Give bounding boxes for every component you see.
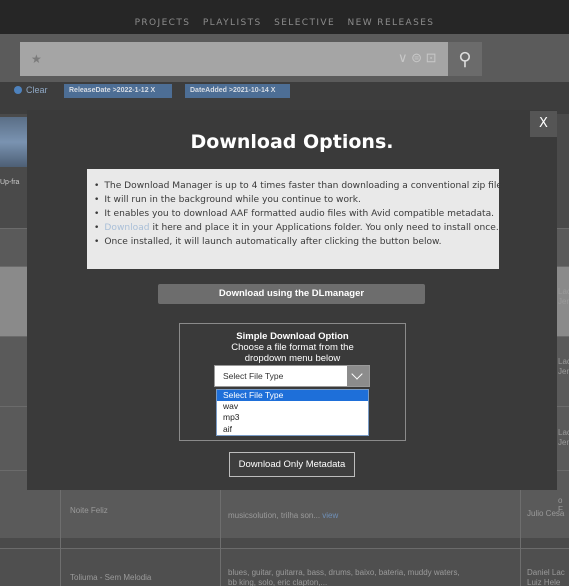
search-icon[interactable]: ⚲ xyxy=(448,42,482,76)
download-dlmanager-button[interactable]: Download using the DLmanager xyxy=(158,284,425,304)
search-options-icons[interactable]: ∨ ⊜ ⊡ xyxy=(398,50,437,66)
filter-chip-date-added[interactable]: DateAdded >2021-10-14 X xyxy=(185,84,290,98)
option-mp3[interactable]: mp3 xyxy=(217,412,368,423)
instruction-line: dropdown menu below xyxy=(244,353,341,364)
info-item: It will run in the background while you … xyxy=(94,193,499,207)
track-tags: bb king, solo, eric clapton,... xyxy=(228,578,328,586)
info-item-text: it here and place it in your Application… xyxy=(149,223,499,233)
simple-download-instructions: Choose a file format from the dropdown m… xyxy=(179,342,406,364)
option-wav[interactable]: wav xyxy=(217,401,368,412)
file-type-select-value: Select File Type xyxy=(223,371,284,381)
track-tags: blues, guitar, guitarra, bass, drums, ba… xyxy=(228,568,460,577)
side-label: Jen xyxy=(558,367,569,376)
track-title[interactable]: Noite Feliz xyxy=(70,506,108,515)
nav-selective[interactable]: SELECTIVE xyxy=(274,18,335,28)
info-item: Download it here and place it in your Ap… xyxy=(94,221,499,235)
side-label: Lac xyxy=(558,357,569,366)
modal-title: Download Options. xyxy=(190,131,394,153)
info-item: Once installed, it will launch automatic… xyxy=(94,235,499,249)
nav-playlists[interactable]: PLAYLISTS xyxy=(203,18,262,28)
nav-new-releases[interactable]: NEW RELEASES xyxy=(348,18,435,28)
track-artist: Daniel Lac xyxy=(527,568,565,577)
track-label-fragment: Up-fra xyxy=(0,179,20,186)
clear-icon xyxy=(14,86,22,94)
file-type-select[interactable]: Select File Type xyxy=(214,365,370,387)
simple-download-title: Simple Download Option xyxy=(236,331,349,342)
search-input[interactable] xyxy=(20,42,448,76)
info-item: It enables you to download AAF formatted… xyxy=(94,207,499,221)
side-label: Jen xyxy=(558,297,569,306)
option-aif[interactable]: aif xyxy=(217,424,368,435)
track-tags: musicsolution, trilha son... view xyxy=(228,511,338,520)
instruction-line: Choose a file format from the xyxy=(231,342,354,353)
side-label: Jen xyxy=(558,438,569,447)
nav-projects[interactable]: PROJECTS xyxy=(135,18,191,28)
option-select-file-type[interactable]: Select File Type xyxy=(217,390,368,402)
track-tags-text: musicsolution, trilha son... xyxy=(228,511,321,520)
track-artist: Luiz Hele xyxy=(527,578,561,586)
info-item: The Download Manager is up to 4 times fa… xyxy=(94,179,502,193)
side-label: Lac xyxy=(558,428,569,437)
info-box: The Download Manager is up to 4 times fa… xyxy=(87,169,502,269)
clear-filters-button[interactable]: Clear xyxy=(14,85,48,95)
download-link[interactable]: Download xyxy=(104,223,149,233)
chevron-down-icon[interactable] xyxy=(347,366,369,386)
clear-label: Clear xyxy=(26,85,48,95)
top-navigation: PROJECTS PLAYLISTS SELECTIVE NEW RELEASE… xyxy=(0,0,569,34)
track-title[interactable]: Toliuma - Sem Melodia xyxy=(70,573,151,582)
star-icon[interactable]: ★ xyxy=(31,52,42,66)
track-artist: Julio Cesa xyxy=(527,509,565,518)
side-label: Lac xyxy=(558,287,569,296)
file-type-dropdown: Select File Type wav mp3 aif xyxy=(216,389,369,436)
view-link[interactable]: view xyxy=(322,511,338,520)
filter-chip-release-date[interactable]: ReleaseDate >2022-1-12 X xyxy=(64,84,172,98)
download-metadata-button[interactable]: Download Only Metadata xyxy=(229,452,355,477)
